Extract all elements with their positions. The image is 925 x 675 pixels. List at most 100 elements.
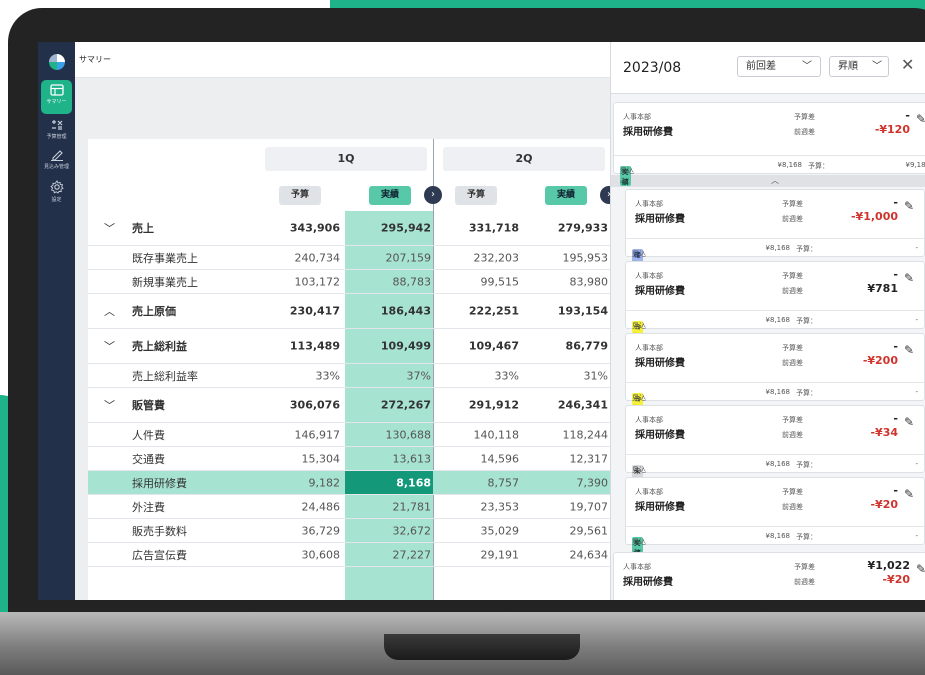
table-row[interactable]: 新規事業売上 103,172 88,783 99,515 83,980 <box>88 270 648 294</box>
chevron-down-icon[interactable]: ﹀ <box>104 338 115 354</box>
budget-label: 予算： <box>808 162 829 170</box>
table-row[interactable]: 広告宣伝費 30,608 27,227 29,191 24,634 <box>88 543 648 567</box>
table-cell[interactable]: 31% <box>543 369 608 382</box>
table-row[interactable]: ﹀ 売上 343,906 295,942 331,718 279,933 <box>88 211 648 246</box>
table-cell[interactable]: 8,757 <box>454 476 520 489</box>
edit-icon[interactable]: ✎ <box>904 415 914 429</box>
table-cell[interactable]: 130,688 <box>366 428 432 441</box>
row-label: 販売手数料 <box>132 524 187 538</box>
table-cell[interactable]: 88,783 <box>366 275 432 288</box>
table-cell[interactable]: 13,613 <box>366 452 432 465</box>
forecast-card[interactable]: 人事本部 採用研修費 予算差 前週差 - ¥781 ✎ ヨミA見込み： ¥8,1… <box>625 261 925 349</box>
table-cell[interactable]: 240,734 <box>275 251 341 264</box>
table-row[interactable]: 人件費 146,917 130,688 140,118 118,244 <box>88 423 648 447</box>
table-cell[interactable]: 27,227 <box>366 548 432 561</box>
table-cell[interactable]: 24,634 <box>543 548 609 561</box>
table-cell[interactable]: 140,118 <box>454 428 520 441</box>
sidebar-item-summary[interactable]: サマリー <box>41 80 72 114</box>
table-row[interactable]: ﹀ 販管費 306,076 272,267 291,912 246,341 <box>88 388 648 423</box>
chevron-up-icon[interactable]: ︿ <box>104 303 115 319</box>
edit-icon[interactable]: ✎ <box>916 562 925 576</box>
diff-type-dropdown[interactable]: 前回差 ﹀ <box>737 56 821 77</box>
table-cell[interactable]: 146,917 <box>275 428 341 441</box>
table-cell[interactable]: 246,341 <box>543 399 608 412</box>
table-cell[interactable]: 232,203 <box>454 251 520 264</box>
forecast-label: 見込み： <box>620 167 634 185</box>
table-cell[interactable]: 36,729 <box>275 524 341 537</box>
table-cell[interactable]: 12,317 <box>543 452 609 465</box>
table-cell[interactable]: 35,029 <box>454 524 520 537</box>
table-cell[interactable]: 29,561 <box>543 524 609 537</box>
table-cell[interactable]: 306,076 <box>275 399 340 412</box>
table-cell[interactable]: 33% <box>275 369 340 382</box>
prev-week-diff-value: -¥34 <box>870 426 898 439</box>
pencil-icon <box>50 150 63 161</box>
table-cell[interactable]: 19,707 <box>543 500 609 513</box>
collapse-toggle[interactable]: ︿ <box>611 175 925 187</box>
table-cell[interactable]: 9,182 <box>275 476 341 489</box>
table-cell[interactable]: 21,781 <box>366 500 432 513</box>
table-row[interactable]: ︿ 売上原価 230,417 186,443 222,251 193,154 <box>88 294 648 329</box>
table-cell[interactable]: 8,168 <box>366 476 431 489</box>
forecast-card[interactable]: 人事本部 採用研修費 予算差 前週差 ¥1,022 -¥20 ✎ <box>613 552 925 600</box>
table-row[interactable]: 採用研修費 9,182 8,168 8,757 7,390 <box>88 471 648 495</box>
table-cell[interactable]: 30,608 <box>275 548 341 561</box>
table-cell[interactable]: 343,906 <box>275 222 340 235</box>
edit-icon[interactable]: ✎ <box>904 487 914 501</box>
sort-order-dropdown[interactable]: 昇順 ﹀ <box>829 56 889 77</box>
table-cell[interactable]: 33% <box>454 369 519 382</box>
table-cell[interactable]: 24,486 <box>275 500 341 513</box>
table-cell[interactable]: 207,159 <box>366 251 432 264</box>
table-row[interactable]: 外注費 24,486 21,781 23,353 19,707 <box>88 495 648 519</box>
edit-icon[interactable]: ✎ <box>904 199 914 213</box>
forecast-card[interactable]: 人事本部 採用研修費 予算差 前週差 - -¥34 ✎ 未定見込み： ¥8,16… <box>625 405 925 485</box>
table-cell[interactable]: 291,912 <box>454 399 519 412</box>
forecast-value: ¥8,168 <box>765 316 791 324</box>
table-cell[interactable]: 83,980 <box>543 275 609 288</box>
sidebar-item-forecast[interactable]: 見込み管理 <box>41 145 72 179</box>
edit-icon[interactable]: ✎ <box>904 343 914 357</box>
table-cell[interactable]: 103,172 <box>275 275 341 288</box>
table-row[interactable]: ﹀ 売上総利益 113,489 109,499 109,467 86,779 <box>88 329 648 364</box>
table-cell[interactable]: 15,304 <box>275 452 341 465</box>
table-cell[interactable]: 195,953 <box>543 251 609 264</box>
table-cell[interactable]: 23,353 <box>454 500 520 513</box>
table-cell[interactable]: 222,251 <box>454 305 519 318</box>
table-cell[interactable]: 279,933 <box>543 222 608 235</box>
table-row[interactable]: 交通費 15,304 13,613 14,596 12,317 <box>88 447 648 471</box>
sidebar-item-budget[interactable]: 予算管理 <box>41 115 72 149</box>
forecast-card[interactable]: 人事本部 採用研修費 予算差 前週差 - -¥20 ✎ 実績見込み： ¥8,16… <box>625 477 925 557</box>
table-cell[interactable]: 109,467 <box>454 340 519 353</box>
table-cell[interactable]: 99,515 <box>454 275 520 288</box>
close-icon[interactable]: ✕ <box>901 55 914 74</box>
table-cell[interactable]: 14,596 <box>454 452 520 465</box>
table-cell[interactable]: 7,390 <box>543 476 609 489</box>
table-row[interactable]: 売上総利益率 33% 37% 33% 31% <box>88 364 648 388</box>
edit-icon[interactable]: ✎ <box>904 271 914 285</box>
table-cell[interactable]: 186,443 <box>366 305 431 318</box>
table-row[interactable]: 既存事業売上 240,734 207,159 232,203 195,953 <box>88 246 648 270</box>
table-cell[interactable]: 109,499 <box>366 340 431 353</box>
forecast-card[interactable]: 人事本部 採用研修費 予算差 前週差 - -¥1,000 ✎ 確定見込み： ¥8… <box>625 189 925 269</box>
table-cell[interactable]: 295,942 <box>366 222 431 235</box>
table-cell[interactable]: 86,779 <box>543 340 608 353</box>
table-row[interactable]: 販売手数料 36,729 32,672 35,029 29,561 <box>88 519 648 543</box>
table-cell[interactable]: 32,672 <box>366 524 432 537</box>
forecast-card[interactable]: 人事本部 採用研修費 予算差 前週差 - -¥200 ✎ ヨミB見込み： ¥8,… <box>625 333 925 421</box>
panel-title: 2023/08 <box>623 60 682 76</box>
table-cell[interactable]: 118,244 <box>543 428 609 441</box>
chevron-down-icon[interactable]: ﹀ <box>104 220 115 236</box>
edit-icon[interactable]: ✎ <box>916 112 925 126</box>
forecast-card[interactable]: 人事本部 採用研修費 予算差 前週差 - -¥120 ✎ 実績 見込み： ¥8,1… <box>613 102 925 186</box>
table-cell[interactable]: 272,267 <box>366 399 431 412</box>
table-cell[interactable]: 113,489 <box>275 340 340 353</box>
sidebar-item-label: 予算管理 <box>46 134 67 140</box>
sidebar-item-settings[interactable]: 設定 <box>41 176 72 210</box>
table-cell[interactable]: 230,417 <box>275 305 340 318</box>
chevron-down-icon[interactable]: ﹀ <box>104 397 115 413</box>
chevron-right-icon[interactable]: › <box>424 186 442 204</box>
table-cell[interactable]: 331,718 <box>454 222 519 235</box>
table-cell[interactable]: 29,191 <box>454 548 520 561</box>
table-cell[interactable]: 193,154 <box>543 305 608 318</box>
table-cell[interactable]: 37% <box>366 369 431 382</box>
